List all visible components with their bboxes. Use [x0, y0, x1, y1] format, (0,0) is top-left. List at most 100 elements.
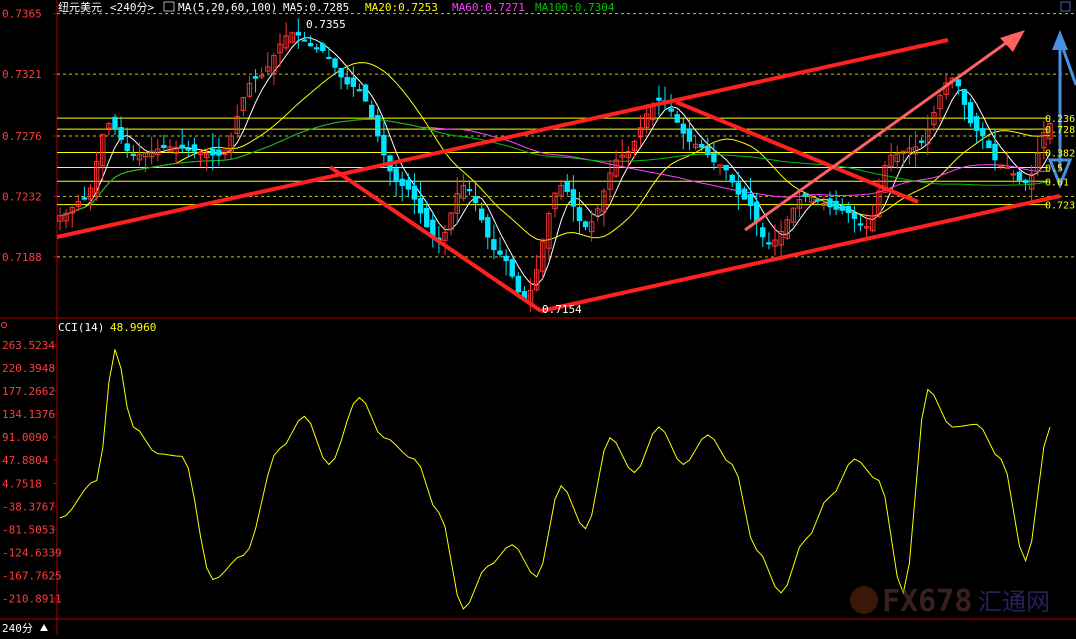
- candle-body: [851, 213, 858, 219]
- candle-body: [698, 143, 705, 148]
- cci-tick-label: 220.3948: [2, 362, 55, 375]
- cci-tick-label: -38.3767: [2, 500, 55, 513]
- low-label: 0.7154: [542, 303, 582, 316]
- candle-body: [399, 178, 405, 186]
- candle-body: [295, 31, 302, 36]
- candle-body: [130, 153, 137, 156]
- maximize-icon[interactable]: [1060, 1, 1071, 12]
- candle-body: [326, 56, 332, 60]
- candle-body: [723, 164, 729, 171]
- ma5-readout: MA5:0.7285: [283, 1, 349, 14]
- cci-tick-label: 91.0090: [2, 431, 48, 444]
- price-tick-label: 0.7188: [2, 251, 42, 264]
- candlestick-series: [57, 18, 1053, 312]
- cci-axis: 263.5234 220.3948 177.2662 134.1376 91.0090 4…: [2, 339, 62, 606]
- fib-level-label: 0.61: [1045, 177, 1069, 188]
- cci-value: 48.9960: [110, 321, 156, 334]
- candle-body: [332, 58, 338, 68]
- candle-body: [313, 47, 320, 50]
- ma60-readout: MA60:0.7271: [452, 1, 525, 14]
- candle-body: [393, 168, 399, 183]
- up-arrow-head-icon: [1000, 30, 1025, 52]
- candle-body: [705, 146, 711, 156]
- candle-body: [582, 221, 589, 228]
- fib-level-label: 0.236: [1045, 114, 1075, 125]
- price-axis: 0.7365 0.7321 0.7276 0.7232 0.7188: [2, 8, 57, 264]
- price-tick-label: 0.7276: [2, 130, 42, 143]
- candle-body: [980, 128, 986, 136]
- panel-handle-icon[interactable]: [1, 322, 7, 328]
- price-tick-label: 0.7232: [2, 190, 42, 203]
- scroll-up-icon[interactable]: [40, 624, 48, 631]
- cci-tick-label: 134.1376: [2, 408, 55, 421]
- price-grid: [57, 13, 1076, 258]
- candle-body: [252, 76, 259, 79]
- candle-body: [491, 239, 497, 251]
- cci-title: CCI(14): [58, 321, 104, 334]
- trendlines: [56, 38, 1061, 313]
- candle-body: [576, 207, 583, 222]
- cci-tick-label: -124.6339: [2, 547, 62, 560]
- candle-body: [686, 128, 693, 142]
- candle-body: [118, 127, 124, 140]
- cci-tick-label: -167.7625: [2, 570, 62, 583]
- cci-tick-label: 4.7518: [2, 477, 42, 490]
- chart-stage: 纽元美元 <240分> MA(5,20,60,100) MA5:0.7285 M…: [0, 0, 1076, 635]
- candle-body: [760, 227, 766, 238]
- candle-body: [301, 39, 308, 42]
- candle-body: [216, 149, 222, 156]
- candle-body: [485, 217, 491, 238]
- candle-body: [356, 89, 363, 92]
- candle-body: [344, 77, 350, 85]
- blue-arrow-side: [1058, 39, 1076, 86]
- cci-series-line: [59, 349, 1051, 610]
- candle-body: [185, 148, 192, 151]
- descending-line-left: [328, 165, 543, 313]
- candle-body: [320, 43, 326, 52]
- candle-body: [973, 116, 980, 131]
- candle-body: [992, 143, 998, 161]
- candle-body: [466, 189, 473, 192]
- candle-body: [515, 275, 522, 293]
- fib-level-label: 0.382: [1045, 148, 1075, 159]
- candle-body: [81, 197, 88, 200]
- candle-body: [497, 250, 503, 255]
- candle-body: [472, 196, 479, 204]
- candle-body: [802, 192, 809, 197]
- candle-body: [362, 84, 369, 102]
- candle-body: [815, 199, 821, 202]
- candle-body: [986, 140, 992, 149]
- candle-body: [833, 200, 839, 210]
- candle-body: [918, 140, 925, 143]
- ma100-readout: MA100:0.7304: [535, 1, 615, 14]
- ma5-line: [59, 37, 1051, 286]
- cci-line: [59, 349, 1051, 610]
- candle-body: [857, 223, 864, 226]
- frame: [0, 0, 1076, 635]
- price-tick-label: 0.7365: [2, 8, 42, 21]
- candle-body: [411, 185, 418, 200]
- candle-body: [423, 207, 430, 228]
- candle-body: [375, 115, 381, 137]
- watermark-logo-icon: [850, 586, 878, 614]
- candle-body: [845, 205, 852, 214]
- candle-body: [741, 188, 748, 200]
- candle-body: [753, 201, 760, 222]
- candle-body: [405, 179, 412, 190]
- candle-body: [656, 97, 662, 101]
- candle-body: [1022, 179, 1029, 184]
- candle-body: [747, 193, 754, 207]
- candle-body: [680, 123, 687, 134]
- chart-svg: 纽元美元 <240分> MA(5,20,60,100) MA5:0.7285 M…: [0, 0, 1076, 635]
- ma20-readout: MA20:0.7253: [365, 1, 438, 14]
- candle-body: [161, 144, 167, 148]
- fib-level-label: 0.723: [1045, 201, 1075, 212]
- channel-upper-line: [56, 38, 949, 239]
- candle-body: [179, 144, 185, 149]
- cci-tick-label: 177.2662: [2, 385, 55, 398]
- candle-body: [191, 144, 198, 152]
- indicator-icon[interactable]: [163, 1, 175, 12]
- cci-header: CCI(14) 48.9960: [58, 321, 156, 334]
- price-tick-label: 0.7321: [2, 68, 42, 81]
- candle-body: [307, 42, 314, 47]
